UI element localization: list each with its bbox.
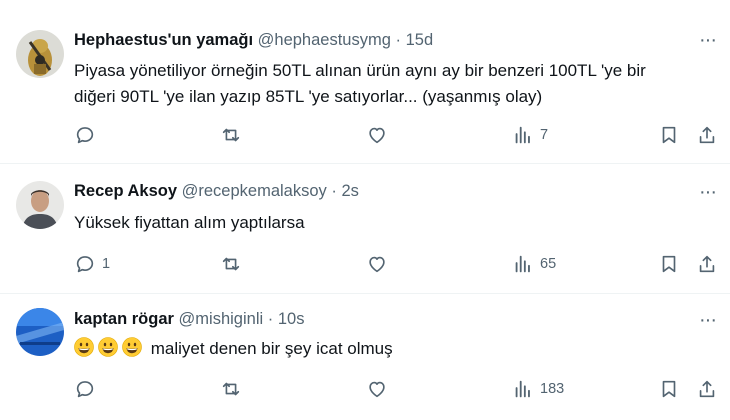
display-name[interactable]: Recep Aksoy — [74, 182, 177, 200]
share-icon — [699, 126, 715, 144]
share-button[interactable] — [696, 252, 718, 276]
tweet-recep[interactable]: Recep Aksoy @recepkemalaksoy · 2s ··· Yü… — [0, 164, 730, 294]
user-handle[interactable]: @recepkemalaksoy — [182, 182, 327, 200]
views-count: 7 — [540, 127, 549, 143]
views-count: 65 — [540, 256, 557, 272]
user-handle[interactable]: @hephaestusymg — [258, 31, 391, 49]
reply-icon — [76, 256, 94, 273]
repost-button[interactable] — [220, 377, 248, 401]
like-button[interactable] — [366, 123, 394, 147]
views-button[interactable]: 7 — [512, 123, 548, 147]
tweet-hephaestus[interactable]: Hephaestus'un yamağı @hephaestusymg · 15… — [0, 0, 730, 164]
tweet-text-line: diğeri 90TL 'ye ilan yazıp 85TL 'ye satı… — [74, 87, 543, 106]
bookmark-button[interactable] — [658, 252, 680, 276]
like-icon — [369, 381, 385, 398]
timestamp[interactable]: 15d — [406, 31, 434, 49]
views-icon — [515, 255, 530, 273]
action-bar: 1 65 — [74, 252, 720, 276]
repost-button[interactable] — [220, 252, 248, 276]
repost-icon — [222, 257, 240, 271]
reply-icon — [76, 127, 94, 144]
grinning-emoji — [98, 337, 118, 357]
like-icon — [369, 256, 385, 273]
bookmark-icon — [662, 255, 676, 273]
like-button[interactable] — [366, 252, 394, 276]
views-button[interactable]: 65 — [512, 252, 556, 276]
bookmark-button[interactable] — [658, 377, 680, 401]
reply-icon — [76, 381, 94, 398]
more-icon[interactable]: ··· — [699, 310, 717, 330]
reply-button[interactable]: 1 — [74, 252, 110, 276]
share-button[interactable] — [696, 377, 718, 401]
grinning-emoji — [122, 337, 142, 357]
reply-button[interactable] — [74, 123, 102, 147]
reply-button[interactable] — [74, 377, 102, 401]
user-handle[interactable]: @mishiginli — [179, 310, 264, 328]
display-name[interactable]: kaptan rögar — [74, 310, 174, 328]
avatar[interactable] — [16, 181, 64, 229]
repost-icon — [222, 382, 240, 396]
share-button[interactable] — [696, 123, 718, 147]
tweet-text: maliyet denen bir şey icat olmuş — [74, 336, 712, 362]
separator-dot: · — [267, 310, 274, 328]
display-name[interactable]: Hephaestus'un yamağı — [74, 31, 253, 49]
action-bar: 7 — [74, 123, 720, 147]
bookmark-icon — [662, 380, 676, 398]
share-icon — [699, 380, 715, 398]
avatar[interactable] — [16, 308, 64, 356]
bookmark-icon — [662, 126, 676, 144]
tweet-text-content: maliyet denen bir şey icat olmuş — [150, 339, 393, 358]
more-icon[interactable]: ··· — [699, 182, 717, 202]
like-button[interactable] — [366, 377, 394, 401]
timestamp[interactable]: 2s — [341, 182, 358, 200]
tweet-text: Piyasa yönetiliyor örneğin 50TL alınan ü… — [74, 58, 712, 110]
like-icon — [369, 127, 385, 144]
timestamp[interactable]: 10s — [278, 310, 305, 328]
reply-count: 1 — [102, 256, 111, 272]
views-icon — [515, 380, 530, 398]
separator-dot: · — [331, 182, 337, 200]
views-button[interactable]: 183 — [512, 377, 564, 401]
views-count: 183 — [540, 381, 565, 397]
repost-button[interactable] — [220, 123, 248, 147]
grinning-emoji — [74, 337, 94, 357]
action-bar: 183 — [74, 377, 720, 401]
tweet-text: Yüksek fiyattan alım yaptılarsa — [74, 213, 305, 232]
more-icon[interactable]: ··· — [699, 30, 717, 50]
bookmark-button[interactable] — [658, 123, 680, 147]
separator-dot: · — [395, 31, 402, 49]
avatar[interactable] — [16, 30, 64, 78]
emoji-row — [74, 337, 146, 358]
repost-icon — [222, 128, 240, 142]
share-icon — [699, 255, 715, 273]
views-icon — [515, 126, 530, 144]
tweet-text-line: Piyasa yönetiliyor örneğin 50TL alınan ü… — [74, 61, 646, 80]
tweet-kaptan[interactable]: kaptan rögar @mishiginli · 10s ··· maliy… — [0, 294, 730, 420]
